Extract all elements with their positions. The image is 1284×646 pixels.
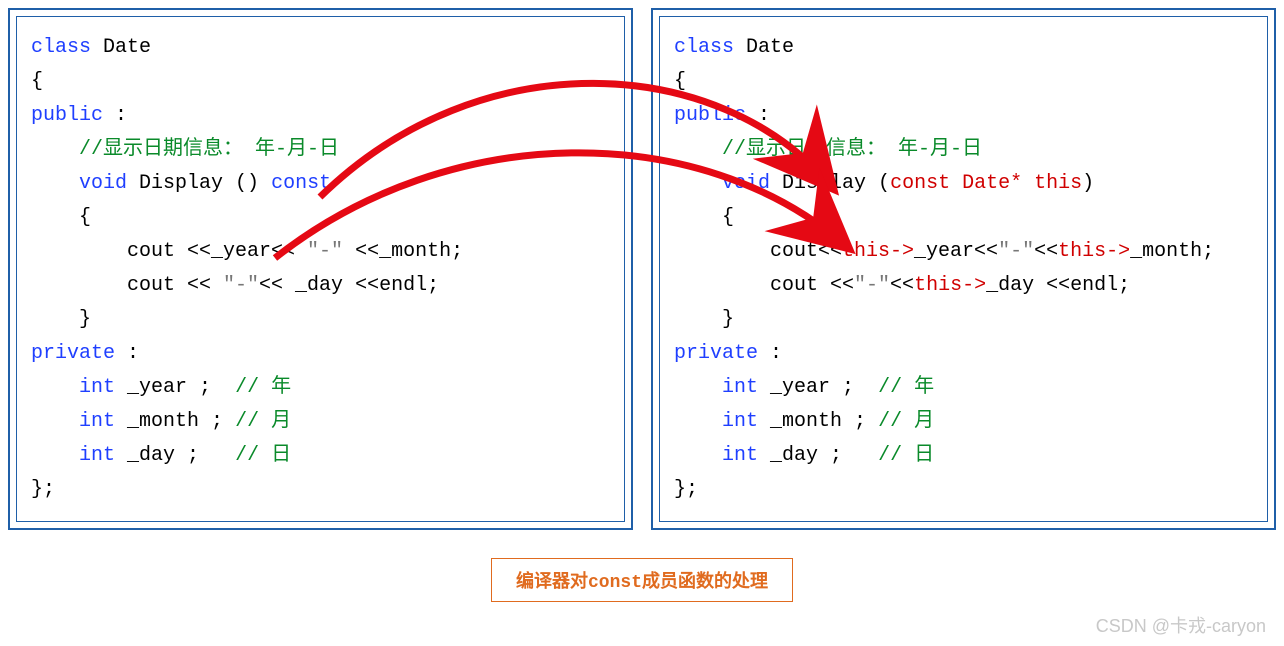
t: << (1034, 240, 1058, 263)
t: : (115, 342, 139, 365)
comment: // 日 (235, 444, 291, 467)
t: } (674, 308, 734, 331)
t: Date (734, 36, 794, 59)
left-code: class Date { public : //显示日期信息： 年-月-日 vo… (16, 16, 625, 522)
caption-box: 编译器对const成员函数的处理 (491, 558, 793, 602)
comment: // 月 (235, 410, 291, 433)
t (674, 444, 722, 467)
kw-int: int (79, 444, 115, 467)
t (674, 410, 722, 433)
t: Display () (127, 172, 271, 195)
t: cout << (31, 274, 223, 297)
comment: //显示日期信息： 年-月-日 (674, 138, 982, 161)
t: { (674, 70, 686, 93)
t: _month; (1130, 240, 1214, 263)
t: : (758, 342, 782, 365)
comment: // 日 (878, 444, 934, 467)
t: _month ; (758, 410, 878, 433)
kw-class: class (31, 36, 91, 59)
t: _day <<endl; (986, 274, 1130, 297)
kw-private: private (31, 342, 115, 365)
comment: // 月 (878, 410, 934, 433)
caption-wrap: 编译器对const成员函数的处理 (8, 558, 1276, 602)
t (31, 172, 79, 195)
t: { (674, 206, 734, 229)
kw-class: class (674, 36, 734, 59)
t: } (31, 308, 91, 331)
t: }; (31, 478, 55, 501)
t (31, 376, 79, 399)
comment: //显示日期信息： 年-月-日 (31, 138, 339, 161)
t: Display ( (770, 172, 890, 195)
t: << _day <<endl; (259, 274, 439, 297)
const-param: const Date* this (890, 172, 1082, 195)
kw-int: int (722, 410, 758, 433)
t: cout <<_year<< (31, 240, 307, 263)
t (31, 444, 79, 467)
left-panel: class Date { public : //显示日期信息： 年-月-日 vo… (8, 8, 633, 530)
comment: // 年 (235, 376, 291, 399)
t: cout<< (674, 240, 842, 263)
kw-int: int (79, 376, 115, 399)
t (674, 172, 722, 195)
t: << (890, 274, 914, 297)
t: Date (91, 36, 151, 59)
watermark: CSDN @卡戎-caryon (1096, 612, 1266, 638)
str: "-" (854, 274, 890, 297)
kw-void: void (79, 172, 127, 195)
kw-int: int (722, 444, 758, 467)
t: _month ; (115, 410, 235, 433)
t: _year ; (758, 376, 878, 399)
this-ptr: this-> (914, 274, 986, 297)
t (674, 376, 722, 399)
comment: // 年 (878, 376, 934, 399)
t: _year<< (914, 240, 998, 263)
this-ptr: this-> (842, 240, 914, 263)
str: "-" (998, 240, 1034, 263)
kw-const: const (271, 172, 331, 195)
kw-int: int (722, 376, 758, 399)
t: <<_month; (343, 240, 463, 263)
t: _year ; (115, 376, 235, 399)
kw-private: private (674, 342, 758, 365)
str: "-" (307, 240, 343, 263)
kw-void: void (722, 172, 770, 195)
str: "-" (223, 274, 259, 297)
kw-public: public (674, 104, 746, 127)
t: _day ; (115, 444, 235, 467)
t: _day ; (758, 444, 878, 467)
t: : (746, 104, 770, 127)
t: ) (1082, 172, 1094, 195)
code-panels-row: class Date { public : //显示日期信息： 年-月-日 vo… (8, 8, 1276, 530)
kw-public: public (31, 104, 103, 127)
kw-int: int (79, 410, 115, 433)
t: cout << (674, 274, 854, 297)
t: { (31, 70, 43, 93)
t: }; (674, 478, 698, 501)
t (31, 410, 79, 433)
t: : (103, 104, 127, 127)
t: { (31, 206, 91, 229)
right-panel: class Date { public : //显示日期信息： 年-月-日 vo… (651, 8, 1276, 530)
right-code: class Date { public : //显示日期信息： 年-月-日 vo… (659, 16, 1268, 522)
this-ptr: this-> (1058, 240, 1130, 263)
